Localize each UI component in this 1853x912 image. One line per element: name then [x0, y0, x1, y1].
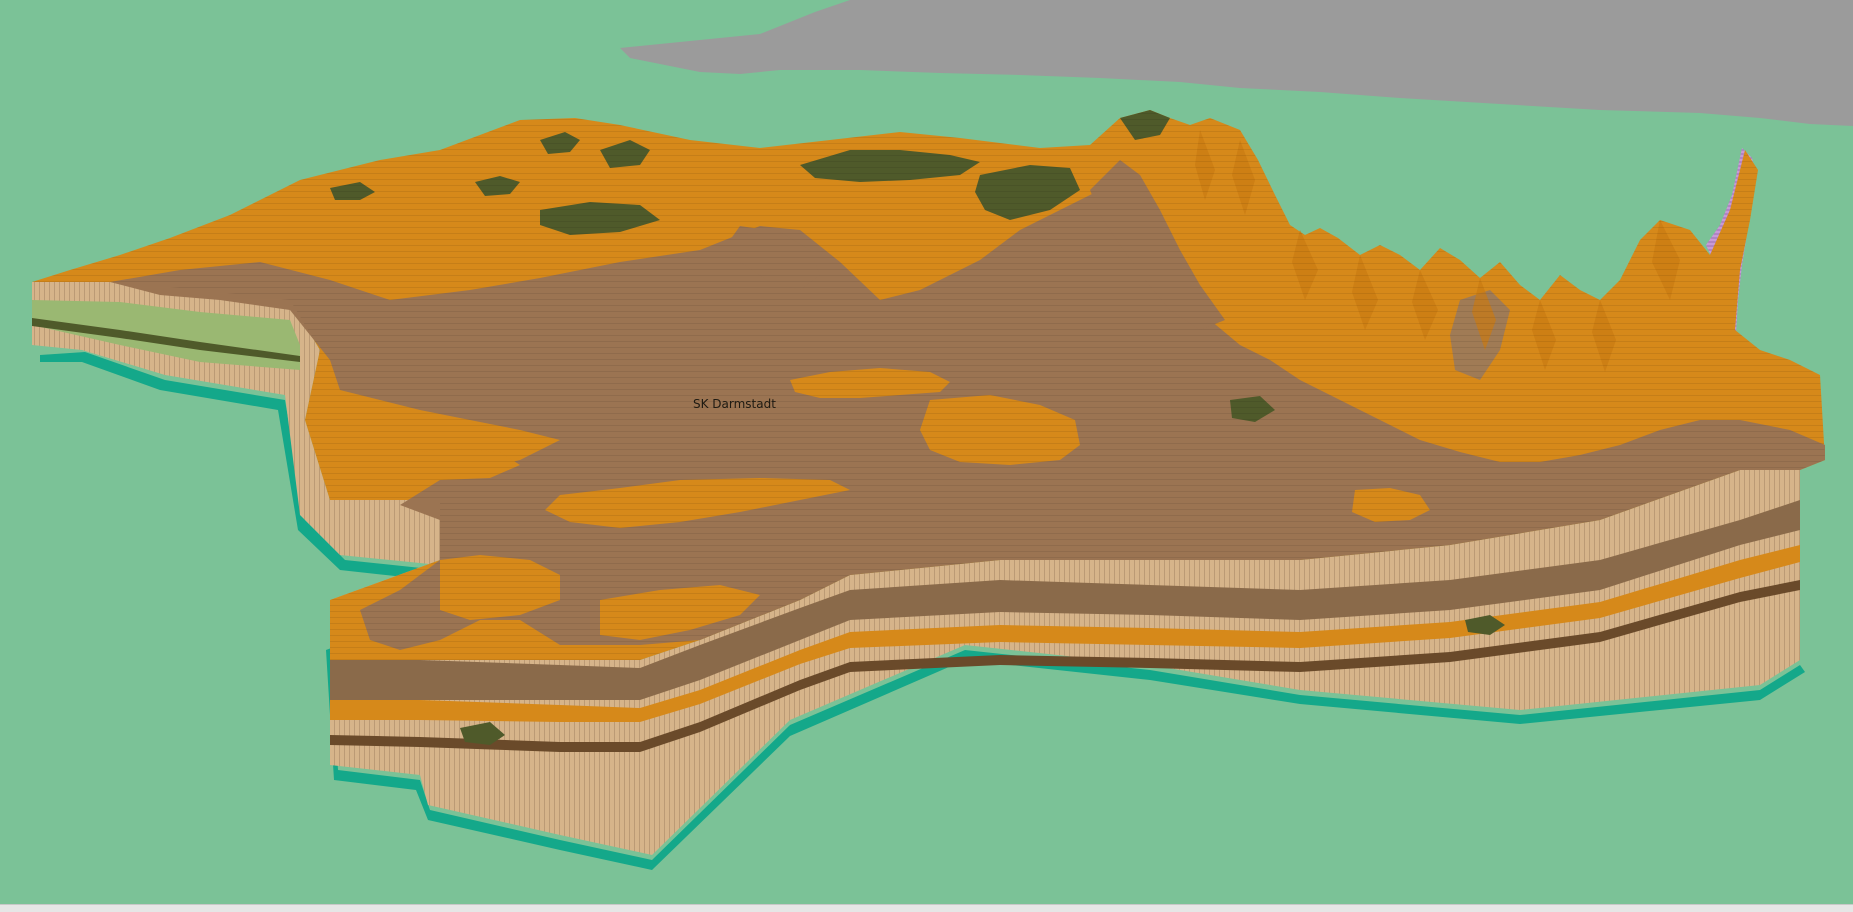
status-bar — [0, 904, 1853, 912]
cloud-shape — [620, 0, 1853, 126]
terrain-scene — [32, 0, 1853, 870]
map-3d-viewport[interactable]: SK Darmstadt — [0, 0, 1853, 904]
